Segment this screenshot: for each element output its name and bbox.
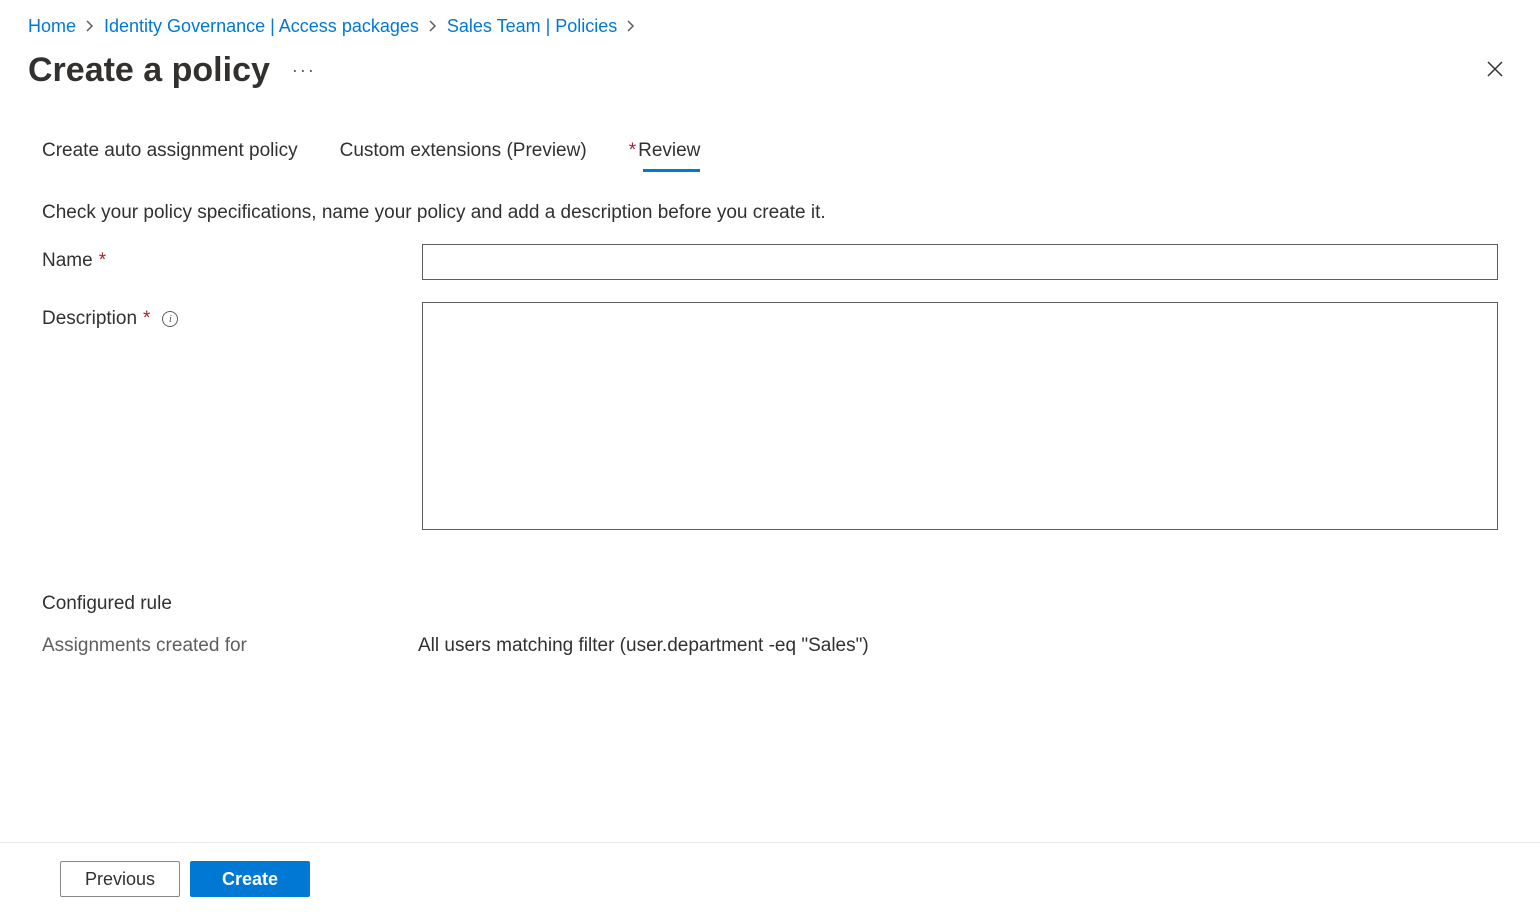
breadcrumb-home[interactable]: Home: [28, 16, 76, 37]
tab-review[interactable]: *Review: [629, 140, 701, 170]
previous-button[interactable]: Previous: [60, 861, 180, 897]
chevron-right-icon: [86, 19, 94, 35]
close-icon: [1486, 58, 1504, 83]
breadcrumb-identity-governance[interactable]: Identity Governance | Access packages: [104, 16, 419, 37]
required-asterisk: *: [143, 308, 150, 330]
description-label: Description * i: [42, 302, 422, 330]
name-input[interactable]: [422, 244, 1498, 280]
assignments-label: Assignments created for: [42, 635, 418, 657]
tab-label: Custom extensions (Preview): [340, 140, 587, 161]
configured-rule-header: Configured rule: [42, 593, 1498, 615]
footer: Previous Create: [0, 842, 1540, 915]
tab-label: Review: [638, 140, 700, 161]
required-asterisk: *: [629, 140, 636, 161]
required-asterisk: *: [99, 250, 106, 272]
page-title: Create a policy: [28, 51, 270, 90]
more-icon[interactable]: ···: [288, 56, 320, 85]
name-label: Name *: [42, 244, 422, 272]
assignments-value: All users matching filter (user.departme…: [418, 635, 869, 657]
tab-custom-extensions[interactable]: Custom extensions (Preview): [340, 140, 587, 170]
tabs: Create auto assignment policy Custom ext…: [42, 140, 1498, 170]
breadcrumb: Home Identity Governance | Access packag…: [28, 16, 1512, 37]
intro-text: Check your policy specifications, name y…: [42, 202, 1498, 224]
chevron-right-icon: [627, 19, 635, 35]
tab-label: Create auto assignment policy: [42, 140, 298, 161]
info-icon[interactable]: i: [162, 311, 178, 327]
chevron-right-icon: [429, 19, 437, 35]
tab-create-auto-assignment[interactable]: Create auto assignment policy: [42, 140, 298, 170]
create-button[interactable]: Create: [190, 861, 310, 897]
breadcrumb-sales-team-policies[interactable]: Sales Team | Policies: [447, 16, 617, 37]
close-button[interactable]: [1478, 52, 1512, 90]
description-textarea[interactable]: [422, 302, 1498, 530]
